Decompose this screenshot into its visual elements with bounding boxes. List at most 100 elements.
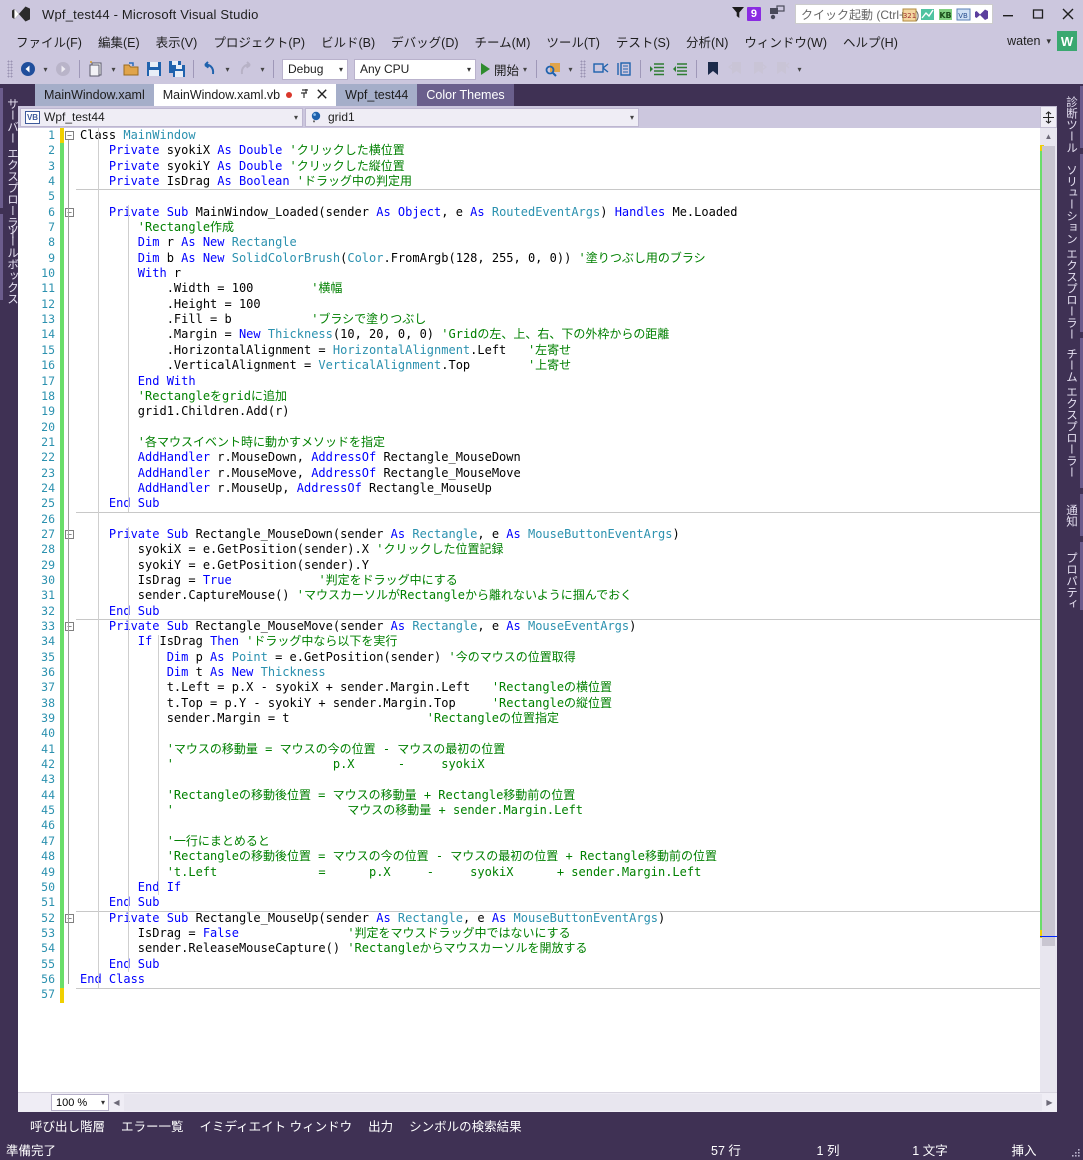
toolbar-grip-2[interactable] xyxy=(580,60,587,78)
code-line[interactable]: '一行にまとめると xyxy=(76,834,1040,849)
tab-find-symbol-results[interactable]: シンボルの検索結果 xyxy=(405,1116,526,1141)
code-line[interactable]: Private IsDrag As Boolean 'ドラッグ中の判定用 xyxy=(76,174,1040,189)
code-line[interactable]: End Sub xyxy=(76,496,1040,511)
tab-color-themes[interactable]: Color Themes xyxy=(417,84,514,106)
code-line[interactable]: End Sub xyxy=(76,604,1040,619)
code-line[interactable]: .Margin = New Thickness(10, 20, 0, 0) 'G… xyxy=(76,327,1040,342)
code-text-area[interactable]: Class MainWindow Private syokiX As Doubl… xyxy=(76,128,1040,1092)
code-line[interactable]: grid1.Children.Add(r) xyxy=(76,404,1040,419)
code-line[interactable]: AddHandler r.MouseDown, AddressOf Rectan… xyxy=(76,450,1040,465)
menu-item-edit[interactable]: 編集(E) xyxy=(90,29,148,54)
code-line[interactable]: End Sub xyxy=(76,895,1040,910)
chart-icon[interactable] xyxy=(919,6,936,23)
menu-item-view[interactable]: 表示(V) xyxy=(148,29,206,54)
quick-launch-input[interactable]: クイック起動 (Ctrl+Q) 321 KB VB xyxy=(795,4,993,24)
toolbar-overflow-icon[interactable]: ▾ xyxy=(794,57,805,81)
solution-platform-combo[interactable]: Any CPU ▾ xyxy=(354,58,476,80)
scroll-right-icon[interactable]: ▶ xyxy=(1042,1094,1057,1111)
outlining-margin[interactable]: − − − − − xyxy=(64,128,76,1092)
vs-icon[interactable] xyxy=(973,6,990,23)
code-line[interactable]: ' マウスの移動量 + sender.Margin.Left xyxy=(76,803,1040,818)
code-line[interactable]: 'マウスの移動量 = マウスの今の位置 - マウスの最初の位置 xyxy=(76,742,1040,757)
code-line[interactable]: .Fill = b 'ブラシで塗りつぶし xyxy=(76,312,1040,327)
menu-item-help[interactable]: ヘルプ(H) xyxy=(835,29,906,54)
open-file-icon[interactable] xyxy=(120,57,142,81)
resize-grip-icon[interactable] xyxy=(1067,1138,1083,1160)
code-line[interactable]: IsDrag = True '判定をドラッグ中にする xyxy=(76,573,1040,588)
close-button[interactable] xyxy=(1053,0,1083,28)
maximize-button[interactable] xyxy=(1023,0,1053,28)
scroll-up-icon[interactable]: ▲ xyxy=(1040,128,1057,145)
code-line[interactable]: Dim t As New Thickness xyxy=(76,665,1040,680)
scroll-left-icon[interactable]: ◀ xyxy=(109,1094,124,1111)
navigate-back-icon[interactable] xyxy=(17,57,39,81)
menu-item-window[interactable]: ウィンドウ(W) xyxy=(736,29,835,54)
code-line[interactable]: sender.CaptureMouse() 'マウスカーソルがRectangle… xyxy=(76,588,1040,603)
new-project-icon[interactable] xyxy=(85,57,107,81)
redo-icon[interactable] xyxy=(234,57,256,81)
sidebar-item-notifications[interactable]: 通知 xyxy=(1061,496,1081,535)
outlining-collapse-icon[interactable]: − xyxy=(65,207,74,217)
split-view-icon[interactable] xyxy=(1040,106,1057,128)
vb-icon[interactable]: VB xyxy=(955,6,972,23)
chevron-down-icon[interactable]: ▾ xyxy=(101,1098,105,1107)
menu-item-analyze[interactable]: 分析(N) xyxy=(678,29,736,54)
code-line[interactable]: End Sub xyxy=(76,957,1040,972)
calendar-icon[interactable]: 321 xyxy=(901,6,918,23)
code-line[interactable]: Private syokiX As Double 'クリックした横位置 xyxy=(76,143,1040,158)
new-project-dropdown-caret[interactable]: ▾ xyxy=(108,57,119,81)
code-line[interactable]: .VerticalAlignment = VerticalAlignment.T… xyxy=(76,358,1040,373)
code-line[interactable]: syokiX = e.GetPosition(sender).X 'クリックした… xyxy=(76,542,1040,557)
code-line[interactable]: sender.ReleaseMouseCapture() 'Rectangleか… xyxy=(76,941,1040,956)
comment-selection-icon[interactable] xyxy=(590,57,612,81)
chevron-down-icon[interactable]: ▾ xyxy=(339,65,343,74)
code-line[interactable]: End With xyxy=(76,374,1040,389)
undo-dropdown-caret[interactable]: ▾ xyxy=(222,57,233,81)
sidebar-item-diagnostic-tools[interactable]: 診断ツール xyxy=(1061,88,1081,162)
chevron-down-icon[interactable]: ▾ xyxy=(630,113,634,122)
code-line[interactable]: .Width = 100 '横幅 xyxy=(76,281,1040,296)
code-line[interactable]: Dim r As New Rectangle xyxy=(76,235,1040,250)
tab-error-list[interactable]: エラー一覧 xyxy=(117,1116,188,1141)
code-line[interactable]: syokiY = e.GetPosition(sender).Y xyxy=(76,558,1040,573)
save-icon[interactable] xyxy=(143,57,165,81)
clear-bookmark-icon[interactable] xyxy=(771,57,793,81)
menu-item-file[interactable]: ファイル(F) xyxy=(8,29,90,54)
sidebar-item-properties[interactable]: プロパティ xyxy=(1061,544,1081,618)
avatar[interactable]: W xyxy=(1057,31,1077,51)
code-line[interactable]: Dim b As New SolidColorBrush(Color.FromA… xyxy=(76,251,1040,266)
notification-count-badge[interactable]: 9 xyxy=(746,7,761,21)
code-line[interactable]: AddHandler r.MouseMove, AddressOf Rectan… xyxy=(76,466,1040,481)
bookmark-icon[interactable] xyxy=(702,57,724,81)
menu-item-debug[interactable]: デバッグ(D) xyxy=(383,29,466,54)
chevron-down-icon[interactable]: ▾ xyxy=(294,113,298,122)
code-line[interactable]: 'Rectangle作成 xyxy=(76,220,1040,235)
outlining-collapse-icon[interactable]: − xyxy=(65,913,74,923)
code-line[interactable] xyxy=(76,420,1040,435)
find-dropdown-caret[interactable]: ▾ xyxy=(565,57,576,81)
increase-indent-icon[interactable] xyxy=(646,57,668,81)
find-in-files-icon[interactable] xyxy=(542,57,564,81)
menu-item-tools[interactable]: ツール(T) xyxy=(538,29,607,54)
start-debug-button[interactable]: 開始 ▾ xyxy=(477,57,531,81)
start-dropdown-caret[interactable]: ▾ xyxy=(523,65,527,74)
previous-bookmark-icon[interactable] xyxy=(725,57,747,81)
outlining-collapse-icon[interactable]: − xyxy=(65,131,74,140)
code-line[interactable] xyxy=(76,512,1040,527)
code-line[interactable] xyxy=(76,189,1040,204)
back-dropdown-caret[interactable]: ▾ xyxy=(40,57,51,81)
bell-filter-icon[interactable] xyxy=(731,5,745,24)
code-line[interactable]: .Height = 100 xyxy=(76,297,1040,312)
menu-item-project[interactable]: プロジェクト(P) xyxy=(205,29,313,54)
notification-cluster[interactable]: 9 xyxy=(731,5,761,24)
code-line[interactable] xyxy=(76,987,1040,1002)
menu-item-test[interactable]: テスト(S) xyxy=(608,29,678,54)
code-line[interactable]: 'Rectangleをgridに追加 xyxy=(76,389,1040,404)
horizontal-scroll-track[interactable] xyxy=(124,1094,1042,1111)
code-line[interactable]: sender.Margin = t 'Rectangleの位置指定 xyxy=(76,711,1040,726)
tab-mainwindow-xaml-vb[interactable]: MainWindow.xaml.vb xyxy=(153,84,337,106)
code-line[interactable]: IsDrag = False '判定をマウスドラッグ中ではないにする xyxy=(76,926,1040,941)
code-line[interactable] xyxy=(76,818,1040,833)
member-dropdown[interactable]: grid1 ▾ xyxy=(305,107,639,127)
menu-item-team[interactable]: チーム(M) xyxy=(467,29,539,54)
